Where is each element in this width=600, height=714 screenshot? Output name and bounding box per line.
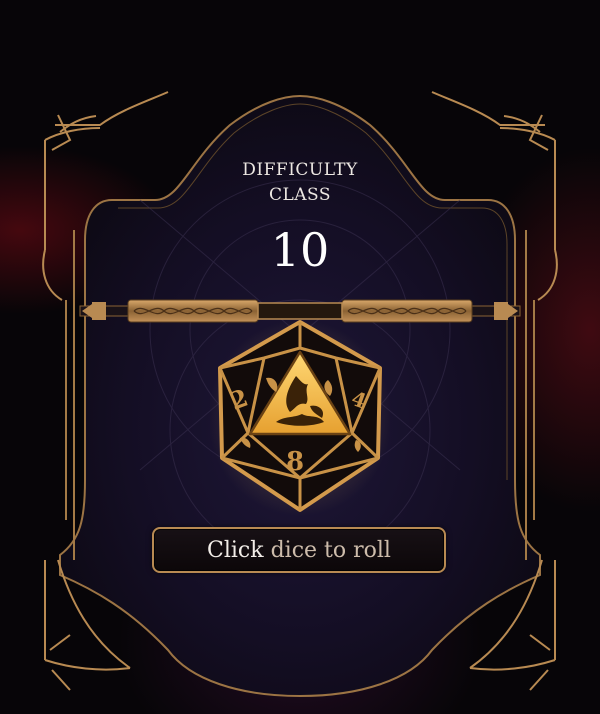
roll-dice-button[interactable]: Click dice to roll [152, 527, 446, 573]
d20-icon[interactable]: 2 4 8 [210, 318, 390, 518]
roll-button-action: Click [207, 537, 264, 563]
roll-button-label: dice to roll [270, 537, 391, 563]
die-face-8: 8 [286, 447, 304, 477]
difficulty-class-label: DIFFICULTY CLASS [200, 158, 400, 208]
difficulty-label-line2: CLASS [268, 185, 332, 205]
difficulty-label-line1: DIFFICULTY [242, 160, 358, 180]
difficulty-class-value: 10 [270, 223, 330, 277]
